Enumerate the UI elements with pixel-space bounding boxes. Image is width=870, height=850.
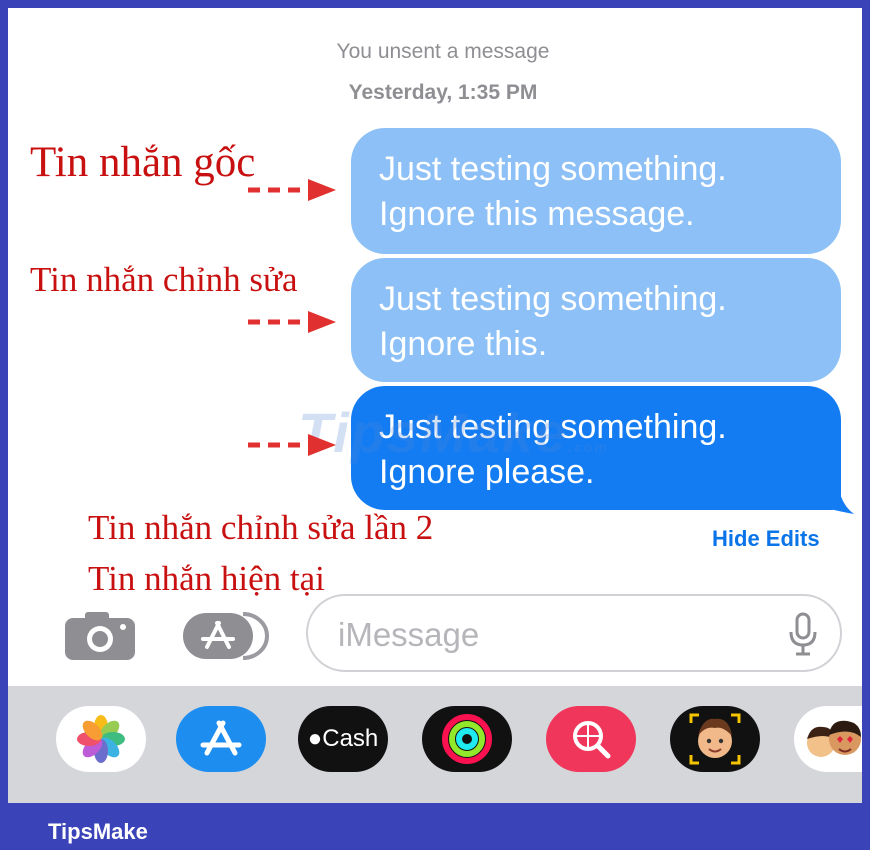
message-line: Just testing something.: [379, 150, 727, 188]
message-line: Just testing something.: [379, 408, 727, 446]
microphone-icon[interactable]: [788, 612, 818, 656]
apps-button-icon[interactable]: [183, 611, 269, 661]
message-line: Ignore this message.: [379, 195, 695, 233]
annotation-original: Tin nhắn gốc: [30, 139, 256, 186]
message-bubble-original[interactable]: Just testing something. Ignore this mess…: [351, 128, 841, 254]
activity-rings-icon: [442, 714, 492, 764]
annotation-edited: Tin nhắn chỉnh sửa: [30, 260, 298, 299]
photos-app-icon[interactable]: [56, 706, 146, 772]
memoji-face-icon: [689, 713, 741, 765]
globe-search-icon: [573, 721, 611, 759]
memoji-sticker-face-icon: [807, 720, 861, 757]
camera-icon[interactable]: [65, 612, 135, 660]
photos-flower-icon: [77, 715, 125, 763]
message-line: Ignore please.: [379, 453, 595, 491]
app-store-glyph-icon: [200, 720, 242, 756]
message-line: Ignore this.: [379, 325, 548, 363]
apple-logo-icon: ●: [307, 725, 323, 752]
message-bubble-current[interactable]: Just testing something. Ignore please.: [351, 386, 841, 510]
arrow-icon: [248, 179, 336, 201]
unsent-notice: You unsent a message: [336, 40, 550, 63]
bubble-tail: [826, 482, 854, 514]
message-input[interactable]: iMessage: [306, 594, 842, 672]
app-drawer: ● Cash: [8, 686, 862, 806]
app-store-icon[interactable]: [176, 706, 266, 772]
brand-footer: TipsMake: [8, 803, 862, 850]
apple-cash-icon[interactable]: ● Cash: [298, 706, 388, 772]
message-line: Just testing something.: [379, 280, 727, 318]
apple-cash-label: Cash: [322, 725, 379, 752]
activity-icon[interactable]: [422, 706, 512, 772]
memoji-stickers-icon[interactable]: [794, 706, 862, 772]
screenshot-frame: You unsent a message Yesterday, 1:35 PM …: [0, 0, 870, 850]
message-input-placeholder: iMessage: [338, 616, 480, 653]
annotation-edited-second: Tin nhắn chỉnh sửa lần 2: [88, 508, 434, 547]
image-search-icon[interactable]: [546, 706, 636, 772]
message-timestamp: Yesterday, 1:35 PM: [348, 81, 538, 104]
arrow-icon: [248, 311, 336, 333]
arrow-icon: [248, 434, 336, 456]
memoji-icon[interactable]: [670, 706, 760, 772]
hide-edits-button[interactable]: Hide Edits: [712, 526, 820, 552]
annotation-current: Tin nhắn hiện tại: [88, 559, 325, 598]
message-bubble-edited[interactable]: Just testing something. Ignore this.: [351, 258, 841, 382]
brand-label: TipsMake: [48, 819, 148, 844]
